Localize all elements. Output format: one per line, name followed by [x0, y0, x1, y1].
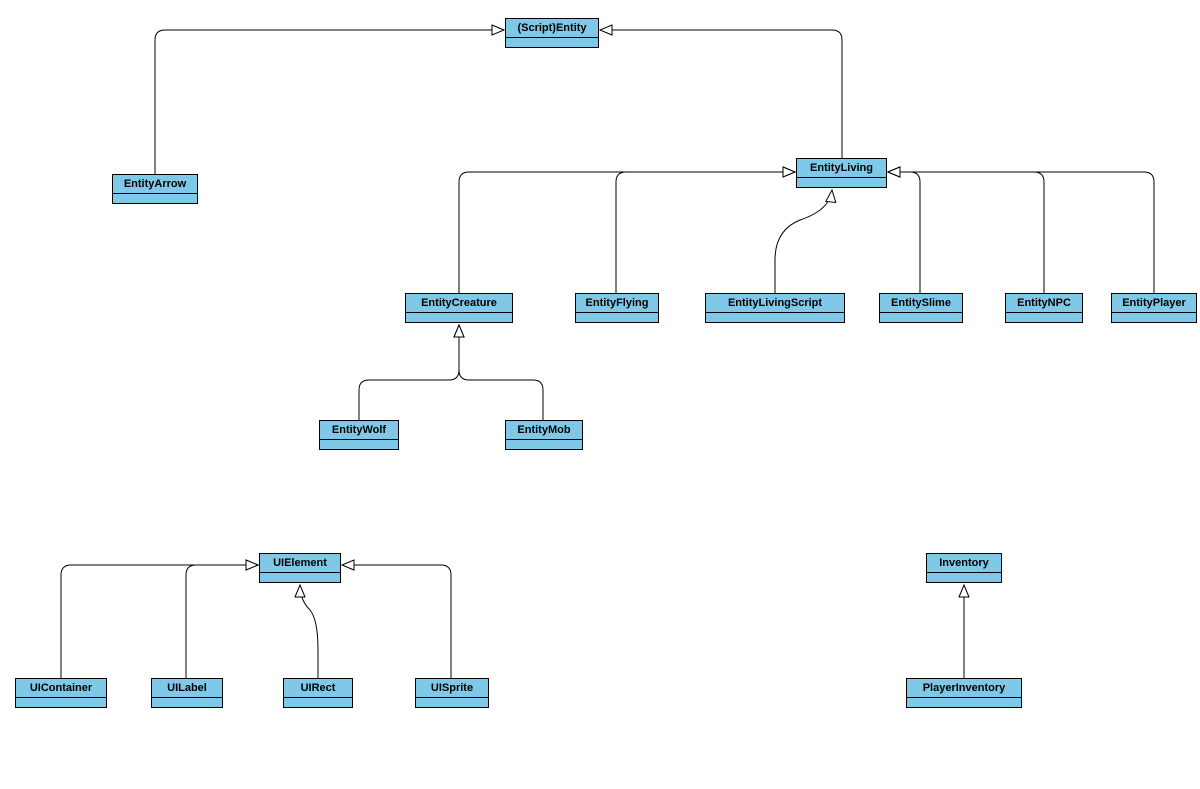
class-uiElement[interactable]: UIElement: [259, 553, 341, 583]
edge-entityNPC-to-entityLiving: [888, 172, 1044, 293]
class-entityCreature[interactable]: EntityCreature: [405, 293, 513, 323]
class-body: [797, 178, 886, 187]
class-title: UILabel: [152, 679, 222, 698]
class-scriptEntity[interactable]: (Script)Entity: [505, 18, 599, 48]
class-body: [113, 194, 197, 203]
class-body: [1112, 313, 1196, 322]
class-body: [907, 698, 1021, 707]
edge-entityWolf-to-entityCreature: [359, 325, 459, 420]
class-title: EntityWolf: [320, 421, 398, 440]
edge-entitySlime-to-entityLiving: [888, 172, 920, 293]
class-title: UISprite: [416, 679, 488, 698]
edge-entityMob-to-entityCreature: [459, 325, 543, 420]
class-entitySlime[interactable]: EntitySlime: [879, 293, 963, 323]
class-entityNPC[interactable]: EntityNPC: [1005, 293, 1083, 323]
class-title: EntityPlayer: [1112, 294, 1196, 313]
class-body: [416, 698, 488, 707]
class-body: [506, 440, 582, 449]
class-title: EntityMob: [506, 421, 582, 440]
class-entityLiving[interactable]: EntityLiving: [796, 158, 887, 188]
class-entityMob[interactable]: EntityMob: [505, 420, 583, 450]
class-entityFlying[interactable]: EntityFlying: [575, 293, 659, 323]
class-body: [16, 698, 106, 707]
edge-entityCreature-to-entityLiving: [459, 172, 795, 293]
class-entityPlayer[interactable]: EntityPlayer: [1111, 293, 1197, 323]
class-title: EntityCreature: [406, 294, 512, 313]
class-body: [284, 698, 352, 707]
class-body: [576, 313, 658, 322]
class-title: EntityLiving: [797, 159, 886, 178]
class-entityLivingScript[interactable]: EntityLivingScript: [705, 293, 845, 323]
class-body: [406, 313, 512, 322]
connectors-layer: [0, 0, 1200, 789]
class-title: (Script)Entity: [506, 19, 598, 38]
class-title: EntityFlying: [576, 294, 658, 313]
edge-entityArrow-to-scriptEntity: [155, 30, 504, 174]
edge-entityPlayer-to-entityLiving: [888, 172, 1154, 293]
edge-entityFlying-to-entityLiving: [616, 172, 795, 293]
class-body: [706, 313, 844, 322]
class-uiRect[interactable]: UIRect: [283, 678, 353, 708]
class-playerInventory[interactable]: PlayerInventory: [906, 678, 1022, 708]
class-title: EntitySlime: [880, 294, 962, 313]
class-title: UIRect: [284, 679, 352, 698]
class-title: Inventory: [927, 554, 1001, 573]
class-title: EntityArrow: [113, 175, 197, 194]
class-title: UIElement: [260, 554, 340, 573]
class-uiSprite[interactable]: UISprite: [415, 678, 489, 708]
class-entityArrow[interactable]: EntityArrow: [112, 174, 198, 204]
class-title: EntityNPC: [1006, 294, 1082, 313]
edge-entityLivingScript-to-entityLiving: [775, 190, 832, 293]
class-entityWolf[interactable]: EntityWolf: [319, 420, 399, 450]
class-title: UIContainer: [16, 679, 106, 698]
class-uiLabel[interactable]: UILabel: [151, 678, 223, 708]
class-body: [1006, 313, 1082, 322]
class-title: EntityLivingScript: [706, 294, 844, 313]
edge-uiSprite-to-uiElement: [342, 565, 451, 678]
class-title: PlayerInventory: [907, 679, 1021, 698]
class-uiContainer[interactable]: UIContainer: [15, 678, 107, 708]
diagram-canvas: (Script)Entity EntityArrow EntityLiving …: [0, 0, 1200, 789]
edge-uiRect-to-uiElement: [300, 585, 318, 678]
class-body: [880, 313, 962, 322]
class-body: [152, 698, 222, 707]
edge-uiLabel-to-uiElement: [186, 565, 258, 678]
edge-entityLiving-to-scriptEntity: [600, 30, 842, 158]
class-body: [506, 38, 598, 47]
edge-uiContainer-to-uiElement: [61, 565, 258, 678]
class-body: [320, 440, 398, 449]
class-inventory[interactable]: Inventory: [926, 553, 1002, 583]
class-body: [260, 573, 340, 582]
class-body: [927, 573, 1001, 582]
